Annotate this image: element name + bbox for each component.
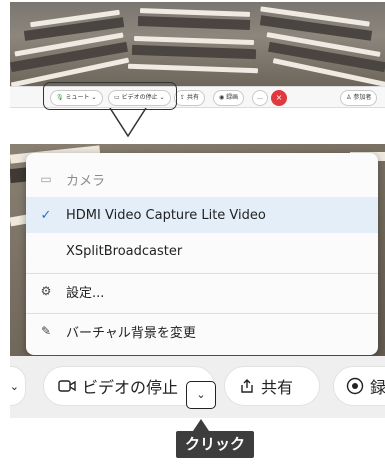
thumbnail-share-label: 共有 [186,94,199,101]
share-icon: ⇪ [180,94,186,101]
camera-icon: ▭ [40,172,52,186]
thumbnail-record-label: 録画 [226,94,239,101]
record-icon [346,377,364,395]
check-icon: ✓ [40,207,52,223]
camera-dropdown-menu: ▭ カメラ ✓ HDMI Video Capture Lite Video XS… [26,153,378,355]
thumbnail-share-button: ⇪ 共有 [174,90,205,106]
menu-camera-header: ▭ カメラ [26,161,378,197]
record-label: 録 [370,378,385,397]
magic-wand-icon: ✎ [40,324,52,338]
close-icon: × [275,93,283,102]
meeting-video-thumbnail [10,2,385,86]
camera-icon [58,380,76,392]
thumbnail-participants-label: 参加者 [353,94,372,101]
chevron-down-icon: ⌄ [196,388,206,401]
gear-icon: ⚙ [40,284,52,298]
menu-item-xsplit-broadcaster[interactable]: XSplitBroadcaster [26,233,378,269]
click-pointer-arrow [193,419,209,431]
person-icon: ♙ [346,94,352,101]
stop-video-label: ビデオの停止 [82,378,179,397]
zoom-highlight-frame [43,82,177,110]
menu-camera-header-label: カメラ [66,173,106,189]
video-options-chevron-button[interactable]: ⌄ [186,381,216,409]
menu-item-label: 設定... [66,285,105,301]
thumbnail-end-button: × [271,90,287,106]
menu-item-label: XSplitBroadcaster [66,243,183,259]
menu-item-label: HDMI Video Capture Lite Video [66,207,266,223]
menu-item-hdmi-video-capture[interactable]: ✓ HDMI Video Capture Lite Video [26,197,378,233]
more-icon: … [257,94,263,101]
share-button[interactable]: 共有 [224,366,320,406]
thumbnail-record-button: ◉ 録画 [213,90,245,106]
share-icon [241,379,253,393]
click-annotation-label: クリック [176,431,254,458]
menu-item-change-virtual-background[interactable]: ✎ バーチャル背景を変更 [26,313,378,349]
menu-item-label: バーチャル背景を変更 [66,325,196,341]
chevron-down-icon: ⌄ [10,379,19,393]
mute-options-button[interactable]: ⌄ [10,366,26,406]
zoom-callout-pointer [109,108,147,138]
record-button[interactable]: 録 [333,366,385,406]
share-label: 共有 [261,378,294,397]
record-icon: ◉ [219,94,225,101]
click-label-text: クリック [184,435,245,453]
menu-item-settings[interactable]: ⚙ 設定... [26,273,378,309]
thumbnail-more-button: … [252,90,268,106]
thumbnail-participants-button: ♙ 参加者 [340,90,378,106]
